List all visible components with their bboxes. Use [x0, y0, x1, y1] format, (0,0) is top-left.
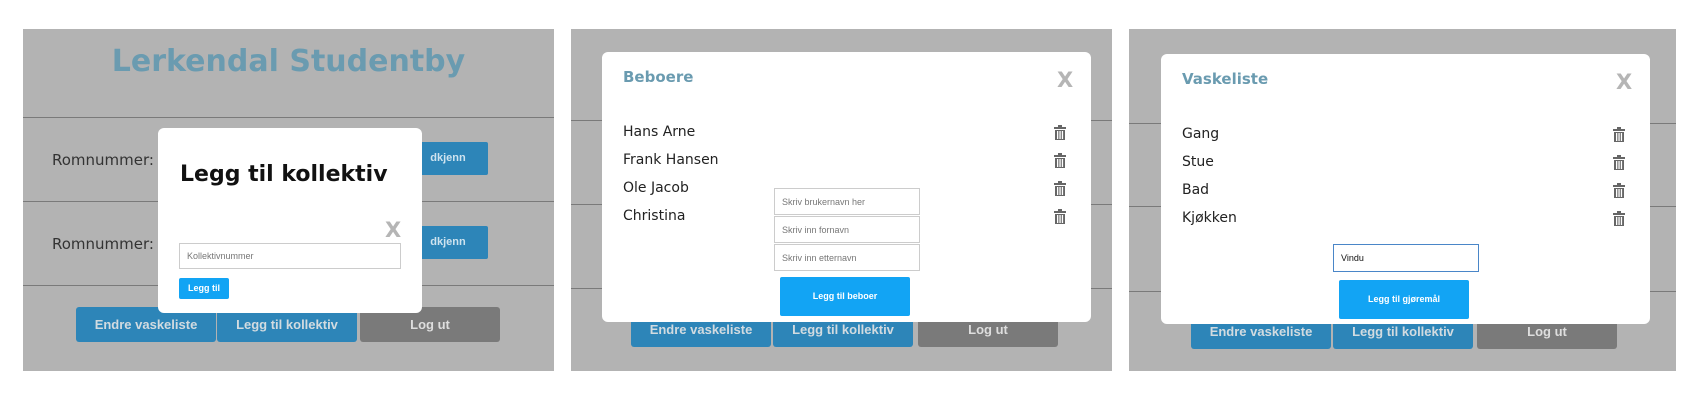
firstname-input[interactable]: Skriv inn fornavn — [774, 216, 920, 243]
resident-item: Hans Arne — [623, 124, 696, 140]
trash-icon[interactable] — [1054, 209, 1066, 224]
modal-title: Beboere — [623, 68, 694, 86]
modal-title: Legg til kollektiv — [180, 162, 388, 187]
task-item: Bad — [1182, 182, 1210, 198]
task-item: Kjøkken — [1182, 210, 1237, 226]
username-input[interactable]: Skriv brukernavn her — [774, 188, 920, 215]
room-label-1: Romnummer: 1 — [52, 151, 169, 169]
modal-title: Vaskeliste — [1182, 70, 1269, 88]
collective-number-input[interactable]: Kollektivnummer — [179, 243, 401, 269]
add-resident-button[interactable]: Legg til beboer — [780, 277, 910, 316]
trash-icon[interactable] — [1054, 181, 1066, 196]
screen-residents: Endre vaskeliste Legg til kollektiv Log … — [571, 29, 1112, 371]
page-title: Lerkendal Studentby — [111, 44, 466, 79]
task-item: Stue — [1182, 154, 1214, 170]
trash-icon[interactable] — [1054, 153, 1066, 168]
residents-modal: Beboere X Hans Arne Frank Hansen Ole Jac… — [602, 52, 1091, 322]
screen-washlist: Endre vaskeliste Legg til kollektiv Log … — [1129, 29, 1676, 371]
screen-add-collective: Lerkendal Studentby Romnummer: 1 dkjenn … — [23, 29, 554, 371]
divider — [23, 117, 554, 118]
resident-item: Frank Hansen — [623, 152, 719, 168]
trash-icon[interactable] — [1613, 127, 1625, 142]
resident-item: Ole Jacob — [623, 180, 689, 196]
close-icon[interactable]: X — [1616, 70, 1632, 94]
add-task-button[interactable]: Legg til gjøremål — [1339, 280, 1469, 319]
lastname-input[interactable]: Skriv inn etternavn — [774, 244, 920, 271]
add-collective-modal: Legg til kollektiv X Kollektivnummer Leg… — [158, 128, 422, 313]
room-label-2: Romnummer: 2 — [52, 235, 169, 253]
trash-icon[interactable] — [1054, 125, 1066, 140]
add-button[interactable]: Legg til — [179, 278, 229, 299]
close-icon[interactable]: X — [385, 218, 401, 242]
washlist-modal: Vaskeliste X Gang Stue Bad Kjøkken Vindu… — [1161, 54, 1650, 324]
resident-item: Christina — [623, 208, 686, 224]
trash-icon[interactable] — [1613, 155, 1625, 170]
task-input[interactable]: Vindu — [1333, 244, 1479, 272]
close-icon[interactable]: X — [1057, 68, 1073, 92]
trash-icon[interactable] — [1613, 211, 1625, 226]
task-item: Gang — [1182, 126, 1220, 142]
trash-icon[interactable] — [1613, 183, 1625, 198]
